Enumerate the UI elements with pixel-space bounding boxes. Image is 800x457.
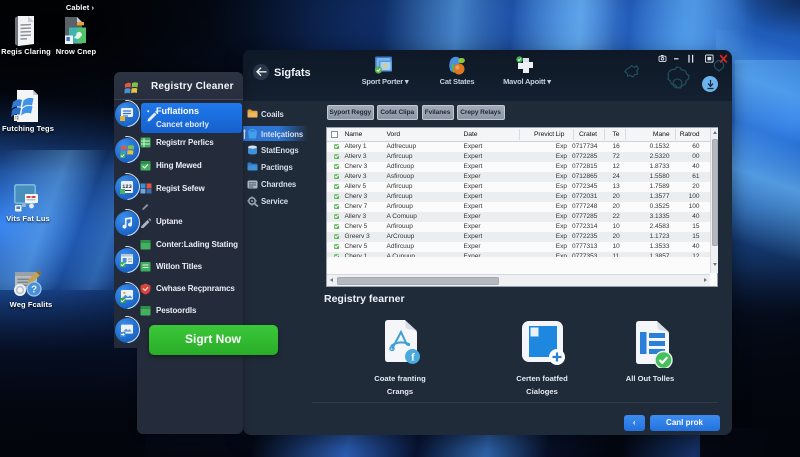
- svg-text:f: f: [411, 352, 415, 364]
- svg-text:?: ?: [31, 285, 37, 296]
